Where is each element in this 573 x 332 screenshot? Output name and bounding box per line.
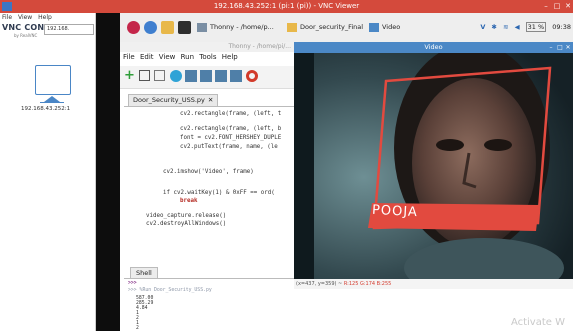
remote-desktop-background: Activate W — [294, 289, 573, 331]
raspberry-icon[interactable] — [127, 21, 140, 34]
thonny-icon — [197, 23, 207, 32]
shell-console[interactable]: >>> >>> %Run Door_Security_USS.py 587.00… — [124, 278, 295, 332]
activate-windows-watermark: Activate W — [510, 317, 565, 328]
thonny-title: Thonny - /home/pi/... — [120, 42, 295, 52]
step-into-icon[interactable] — [215, 70, 227, 82]
video-close-button[interactable]: ✕ — [564, 42, 572, 53]
close-tab-icon[interactable]: ✕ — [208, 96, 213, 104]
camera-image — [294, 53, 573, 279]
video-window: Video – □ ✕ POOJA — [294, 42, 573, 279]
terminal-icon[interactable] — [178, 21, 191, 34]
vnc-menubar: File View Help — [2, 14, 56, 21]
code-editor[interactable]: cv2.rectangle(frame, (left, t cv2.rectan… — [124, 106, 295, 267]
code-line: cv2.rectangle(frame, (left, b — [180, 126, 282, 132]
vnc-logo-subtitle: by RealVNC — [14, 33, 38, 38]
thonny-toolbar: + — [120, 66, 295, 89]
computer-base-icon — [40, 102, 64, 103]
stop-icon[interactable] — [246, 70, 258, 82]
battery-indicator[interactable]: 31 % — [525, 22, 547, 32]
video-minimize-button[interactable]: – — [547, 42, 555, 53]
shell-line: 2 — [136, 326, 139, 331]
shell-line: >>> %Run Door_Security_USS.py — [128, 288, 212, 293]
computer-icon[interactable] — [35, 65, 71, 95]
video-maximize-button[interactable]: □ — [556, 42, 564, 53]
shell-tab[interactable]: Shell — [130, 267, 158, 278]
clock[interactable]: 09:38 — [552, 23, 571, 31]
status-coordinates: (x=437, y=359) ~ — [296, 281, 343, 287]
vnc-titlebar: 192.168.43.252:1 (pi:1 (pi)) - VNC Viewe… — [0, 0, 573, 13]
code-line: cv2.destroyAllWindows() — [146, 221, 227, 227]
step-out-icon[interactable] — [230, 70, 242, 82]
status-rgb: R:125 G:174 B:255 — [343, 281, 392, 287]
code-line: cv2.putText(frame, name, (le — [180, 144, 278, 150]
new-file-icon[interactable]: + — [124, 69, 136, 82]
wifi-icon[interactable]: ≋ — [503, 23, 508, 31]
menu-help[interactable]: Help — [222, 53, 238, 61]
vnc-menu-file[interactable]: File — [2, 14, 12, 21]
code-line: video_capture.release() — [146, 213, 227, 219]
vnc-address-input[interactable]: 192.168. — [44, 24, 94, 35]
close-button[interactable]: ✕ — [563, 0, 573, 13]
debug-icon[interactable] — [185, 70, 197, 82]
step-over-icon[interactable] — [200, 70, 212, 82]
folder-icon[interactable] — [161, 21, 174, 34]
menu-tools[interactable]: Tools — [199, 53, 216, 61]
remote-desktop-edge — [96, 13, 120, 331]
menu-file[interactable]: File — [123, 53, 135, 61]
editor-file-tab[interactable]: Door_Security_USS.py ✕ — [128, 94, 219, 106]
task-video[interactable]: Video — [366, 20, 437, 35]
detected-name-label: POOJA — [371, 202, 419, 221]
globe-icon[interactable] — [144, 21, 157, 34]
task-door-security-label: Door_security_Final — [300, 23, 364, 31]
system-tray: V ✱ ≋ ◀ 31 % 09:38 — [476, 20, 571, 35]
remote-taskbar: Thonny - /home/p... Door_security_Final … — [120, 13, 573, 43]
vnc-menu-help[interactable]: Help — [38, 14, 52, 21]
menu-view[interactable]: View — [159, 53, 176, 61]
menu-edit[interactable]: Edit — [140, 53, 154, 61]
thonny-window: Thonny - /home/pi/... File Edit View Run… — [120, 42, 295, 332]
code-line: cv2.rectangle(frame, (left, t — [180, 111, 282, 117]
code-line: cv2.imshow('Video', frame) — [163, 169, 254, 175]
camera-feed: POOJA — [294, 53, 573, 279]
vnc-menu-view[interactable]: View — [18, 14, 32, 21]
thonny-menubar: File Edit View Run Tools Help — [123, 53, 241, 61]
task-thonny[interactable]: Thonny - /home/p... — [194, 20, 298, 35]
maximize-button[interactable]: □ — [552, 0, 562, 13]
editor-file-tab-label: Door_Security_USS.py — [133, 96, 205, 104]
video-window-titlebar: Video – □ ✕ — [294, 42, 573, 53]
menu-run[interactable]: Run — [181, 53, 194, 61]
code-line: font = cv2.FONT_HERSHEY_DUPLE — [180, 135, 282, 141]
video-status-bar: (x=437, y=359) ~ R:125 G:174 B:255 — [294, 279, 573, 289]
vnc-tray-icon[interactable]: V — [480, 23, 485, 31]
bluetooth-icon[interactable]: ✱ — [492, 23, 497, 31]
run-icon[interactable] — [170, 70, 182, 82]
task-video-label: Video — [382, 23, 401, 31]
task-thonny-label: Thonny - /home/p... — [210, 23, 274, 31]
minimize-button[interactable]: – — [541, 0, 551, 13]
code-line: if cv2.waitKey(1) & 0xFF == ord( — [163, 190, 275, 196]
vnc-window-title: 192.168.43.252:1 (pi:1 (pi)) - VNC Viewe… — [213, 2, 360, 10]
save-icon[interactable] — [154, 70, 165, 81]
window-icon — [369, 23, 379, 32]
folder-icon — [287, 23, 297, 32]
volume-icon[interactable]: ◀ — [515, 23, 520, 31]
vnc-address-book-panel: File View Help VNC CONNECT by RealVNC 19… — [0, 13, 96, 331]
computer-label[interactable]: 192.168.43.252:1 — [21, 106, 70, 112]
shell-line: >>> — [128, 281, 137, 286]
code-line-keyword: break — [180, 198, 198, 204]
open-file-icon[interactable] — [139, 70, 150, 81]
video-window-title: Video — [424, 43, 443, 51]
